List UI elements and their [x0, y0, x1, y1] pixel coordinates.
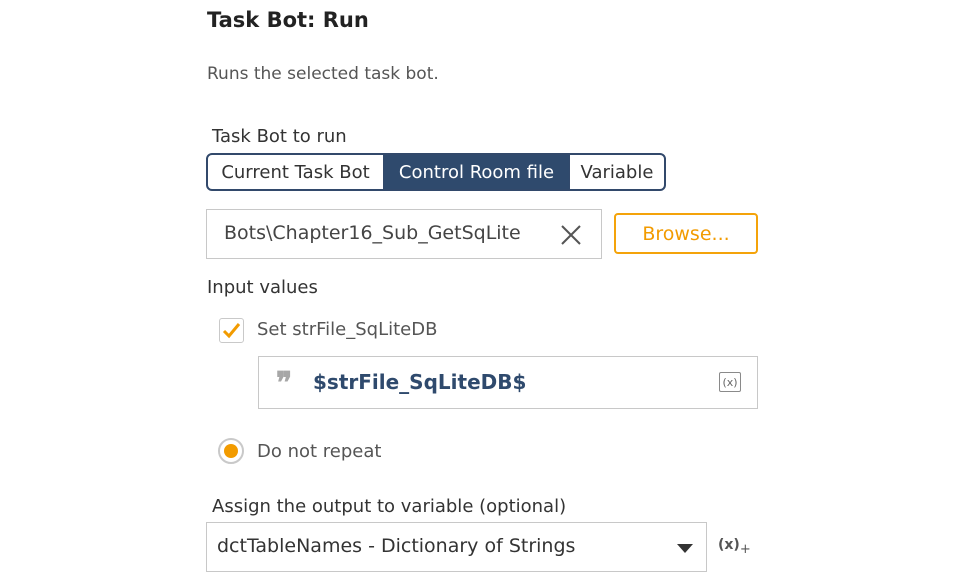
strfile-expression-field[interactable]: ❞ $strFile_SqLiteDB$ (x) [258, 356, 758, 409]
option-control-room-file[interactable]: Control Room file [384, 155, 569, 189]
task-bot-to-run-label: Task Bot to run [212, 126, 347, 147]
assign-output-label: Assign the output to variable (optional) [212, 496, 567, 517]
file-path-value: Bots\Chapter16_Sub_GetSqLite [224, 222, 521, 244]
task-bot-source-selector: Current Task Bot Control Room file Varia… [206, 153, 666, 191]
strfile-expression-value: $strFile_SqLiteDB$ [313, 370, 527, 394]
radio-selected-dot [224, 444, 238, 458]
insert-variable-icon[interactable]: (x)+ [718, 537, 751, 557]
panel-description: Runs the selected task bot. [207, 64, 439, 84]
panel-title: Task Bot: Run [207, 8, 369, 32]
quote-icon: ❞ [276, 366, 293, 401]
do-not-repeat-radio[interactable] [218, 438, 244, 464]
variable-picker-icon[interactable]: (x) [719, 372, 741, 392]
input-values-label: Input values [207, 277, 318, 298]
output-variable-select[interactable]: dctTableNames - Dictionary of Strings [206, 522, 707, 572]
close-icon[interactable] [559, 223, 583, 247]
file-path-field[interactable]: Bots\Chapter16_Sub_GetSqLite [206, 209, 602, 259]
option-variable[interactable]: Variable [569, 155, 664, 189]
insert-variable-plus: + [739, 541, 751, 557]
chevron-down-icon [677, 544, 693, 553]
do-not-repeat-label: Do not repeat [257, 441, 382, 462]
checkmark-icon [222, 323, 241, 339]
set-strfile-checkbox[interactable] [219, 318, 244, 343]
option-current-task-bot[interactable]: Current Task Bot [208, 155, 384, 189]
browse-button[interactable]: Browse... [614, 213, 758, 254]
set-strfile-label: Set strFile_SqLiteDB [257, 319, 438, 340]
insert-variable-text: (x) [718, 537, 740, 553]
output-variable-value: dctTableNames - Dictionary of Strings [217, 535, 576, 557]
